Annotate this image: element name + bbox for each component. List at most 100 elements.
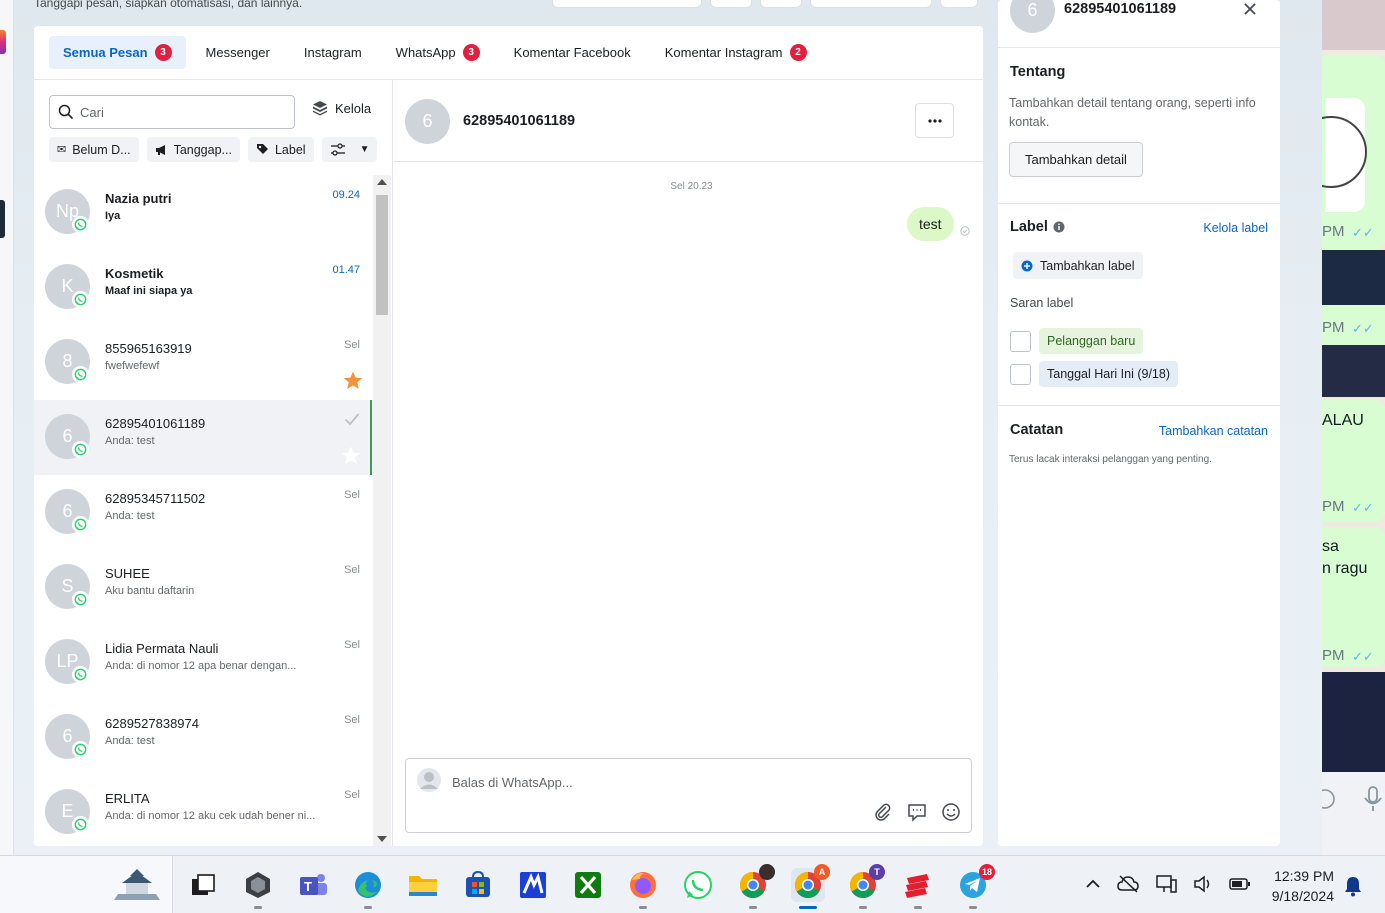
svg-text:T: T xyxy=(304,879,312,894)
tab-facebook-comments[interactable]: Komentar Facebook xyxy=(500,36,645,69)
image-fragment xyxy=(1322,672,1385,772)
manage-button[interactable]: Kelola xyxy=(312,100,371,116)
castle-icon xyxy=(114,869,160,900)
conversation-item[interactable]: K Kosmetik Maaf ini siapa ya 01.47 xyxy=(34,250,372,325)
filter-unread[interactable]: ✉ Belum D... xyxy=(49,137,139,162)
clock[interactable]: 12:39 PM 9/18/2024 xyxy=(1258,866,1334,906)
firefox-icon[interactable] xyxy=(626,868,660,909)
whatsapp-icon[interactable] xyxy=(681,868,715,902)
scroll-up-arrow[interactable] xyxy=(377,179,387,185)
cloud-offline-icon[interactable] xyxy=(1117,875,1139,893)
message-preview: Aku bantu daftarin xyxy=(105,585,195,597)
add-label-button[interactable]: Tambahkan label xyxy=(1013,252,1143,279)
header-action-button[interactable] xyxy=(710,0,752,8)
conversation-item[interactable]: LP Lidia Permata Nauli Anda: di nomor 12… xyxy=(34,625,372,700)
stack-icon[interactable] xyxy=(901,868,935,909)
instagram-shortcut-icon[interactable] xyxy=(0,30,6,54)
emoji-icon[interactable] xyxy=(1322,788,1336,810)
conversation-item[interactable]: E ERLITA Anda: di nomor 12 aku cek udah … xyxy=(34,775,372,846)
search-box[interactable] xyxy=(49,95,295,129)
cube-icon xyxy=(313,101,327,116)
conversation-item[interactable]: 6 62895345711502 Anda: test Sel xyxy=(34,475,372,550)
about-section: Tentang Tambahkan detail tentang orang, … xyxy=(998,49,1280,204)
conversation-item-selected[interactable]: 6 62895401061189 Anda: test xyxy=(34,400,372,475)
add-note-link[interactable]: Tambahkan catatan xyxy=(1159,424,1268,438)
taskbar-search-area[interactable] xyxy=(0,856,173,913)
contact-name: SUHEE xyxy=(105,566,150,581)
clock-time: 12:39 PM xyxy=(1274,868,1334,884)
conversation-item[interactable]: 8 855965163919 fwefwefewf Sel xyxy=(34,325,372,400)
app-icon[interactable] xyxy=(241,868,275,909)
notes-title: Catatan xyxy=(1010,422,1064,438)
list-scrollbar[interactable] xyxy=(373,175,391,846)
scroll-down-arrow[interactable] xyxy=(377,836,387,842)
label-checkbox[interactable] xyxy=(1010,330,1031,352)
edge-icon[interactable] xyxy=(351,868,385,909)
image-fragment xyxy=(1322,250,1385,305)
running-indicator xyxy=(969,906,977,909)
telegram-icon[interactable]: 18 xyxy=(956,864,995,909)
contact-name: Kosmetik xyxy=(105,266,164,281)
conversation-item[interactable]: 6 6289527838974 Anda: test Sel xyxy=(34,700,372,775)
volume-icon[interactable] xyxy=(1193,875,1213,893)
message-preview: Maaf ini siapa ya xyxy=(105,285,193,297)
task-view-icon[interactable] xyxy=(186,868,220,902)
notification-bell-icon[interactable] xyxy=(1343,875,1363,897)
more-icon xyxy=(927,118,942,123)
whatsapp-icon xyxy=(72,516,89,533)
mark-done-icon[interactable] xyxy=(344,412,360,426)
conversation-item[interactable]: Np Nazia putri Iya 09.24 xyxy=(34,175,372,250)
chrome-profile-t-icon[interactable]: T xyxy=(846,864,885,909)
emoji-icon[interactable] xyxy=(941,802,961,822)
chevron-up-icon[interactable] xyxy=(1085,879,1101,889)
message-time: Sel xyxy=(344,639,360,651)
battery-icon[interactable] xyxy=(1229,877,1251,891)
search-input[interactable] xyxy=(80,104,280,120)
filter-settings-dropdown[interactable]: ▼ xyxy=(321,137,378,162)
profile-badge: T xyxy=(869,864,885,880)
manage-labels-link[interactable]: Kelola label xyxy=(1203,221,1268,235)
app-m-icon[interactable] xyxy=(516,868,550,902)
contact-name: 6289527838974 xyxy=(105,716,199,731)
add-detail-button[interactable]: Tambahkan detail xyxy=(1009,142,1143,177)
conversation-item[interactable]: S SUHEE Aku bantu daftarin Sel xyxy=(34,550,372,625)
more-options-button[interactable] xyxy=(915,103,954,138)
saved-replies-icon[interactable] xyxy=(907,802,927,822)
channel-tabs: Semua Pesan 3 Messenger Instagram WhatsA… xyxy=(34,26,983,80)
microphone-icon[interactable] xyxy=(1362,785,1384,813)
tab-instagram-comments[interactable]: Komentar Instagram 2 xyxy=(651,36,821,69)
chrome-icon[interactable] xyxy=(736,864,775,909)
profile-badge: A xyxy=(814,864,830,880)
running-indicator xyxy=(749,906,757,909)
xbox-icon[interactable] xyxy=(571,868,605,902)
conversation-list-pane: Kelola ✉ Belum D... Tanggap... Label ▼ xyxy=(34,80,393,846)
star-outline-icon[interactable] xyxy=(341,446,361,465)
header-action-button[interactable] xyxy=(760,0,802,8)
label-checkbox[interactable] xyxy=(1010,363,1031,385)
header-action-button[interactable] xyxy=(940,0,978,8)
user-icon xyxy=(417,768,441,792)
chrome-profile-a-icon[interactable]: A xyxy=(791,864,830,909)
header-action-button[interactable] xyxy=(810,0,932,8)
store-icon[interactable] xyxy=(461,868,495,902)
info-icon[interactable] xyxy=(1053,221,1065,233)
composer-tools xyxy=(873,802,961,822)
tab-instagram[interactable]: Instagram xyxy=(290,36,376,69)
filter-label[interactable]: Label xyxy=(247,137,314,162)
header-actions xyxy=(552,0,978,8)
tab-messenger[interactable]: Messenger xyxy=(192,36,284,69)
reply-placeholder: Balas di WhatsApp... xyxy=(452,775,573,790)
attach-icon[interactable] xyxy=(873,802,893,822)
tab-all-messages[interactable]: Semua Pesan 3 xyxy=(49,36,186,69)
scroll-thumb[interactable] xyxy=(376,195,388,315)
tab-whatsapp[interactable]: WhatsApp 3 xyxy=(382,36,494,69)
close-icon[interactable] xyxy=(1243,2,1257,16)
star-icon[interactable] xyxy=(343,371,363,390)
contact-number: 62895401061189 xyxy=(1064,1,1177,17)
filter-follow-up[interactable]: Tanggap... xyxy=(146,137,240,162)
network-icon[interactable] xyxy=(1155,874,1177,894)
teams-icon[interactable]: T xyxy=(296,868,330,902)
file-explorer-icon[interactable] xyxy=(406,868,440,902)
reply-composer[interactable]: Balas di WhatsApp... xyxy=(405,758,972,833)
header-action-button[interactable] xyxy=(552,0,702,8)
